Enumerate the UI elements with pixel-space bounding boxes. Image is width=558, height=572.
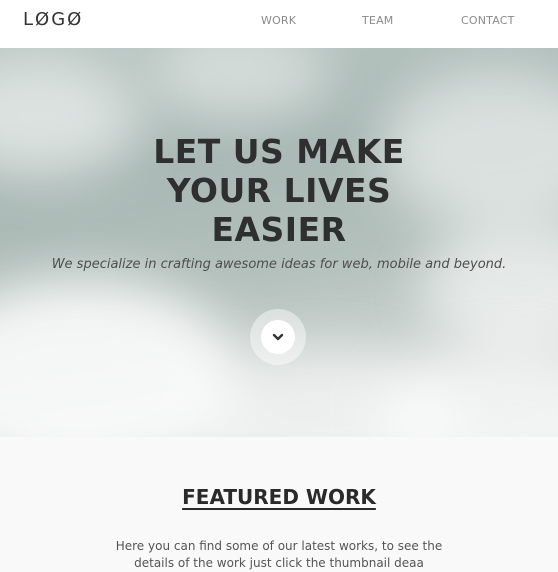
chevron-down-icon [272, 333, 284, 341]
logo[interactable]: LØGØ [23, 9, 83, 30]
hero-section: LET US MAKE YOUR LIVES EASIER We special… [0, 48, 558, 437]
cloud-decoration [150, 48, 330, 118]
featured-work-section: FEATURED WORK Here you can find some of … [0, 437, 558, 570]
hero-title-line: YOUR LIVES [166, 171, 392, 210]
hero-subtitle: We specialize in crafting awesome ideas … [51, 257, 507, 272]
nav-link-team[interactable]: TEAM [362, 14, 394, 27]
nav-link-contact[interactable]: CONTACT [461, 14, 515, 27]
featured-work-title: FEATURED WORK [182, 485, 376, 509]
scroll-down-button-inner[interactable] [261, 320, 295, 354]
hero-title-line: EASIER [211, 210, 347, 249]
hero-title: LET US MAKE YOUR LIVES EASIER [0, 132, 558, 249]
scroll-down-button[interactable] [250, 309, 306, 365]
hero-title-line: LET US MAKE [153, 132, 405, 171]
site-header: LØGØ WORK TEAM CONTACT [0, 0, 558, 48]
featured-work-description: Here you can find some of our latest wor… [115, 539, 443, 570]
nav-link-work[interactable]: WORK [261, 14, 296, 27]
cloud-decoration [380, 348, 558, 437]
